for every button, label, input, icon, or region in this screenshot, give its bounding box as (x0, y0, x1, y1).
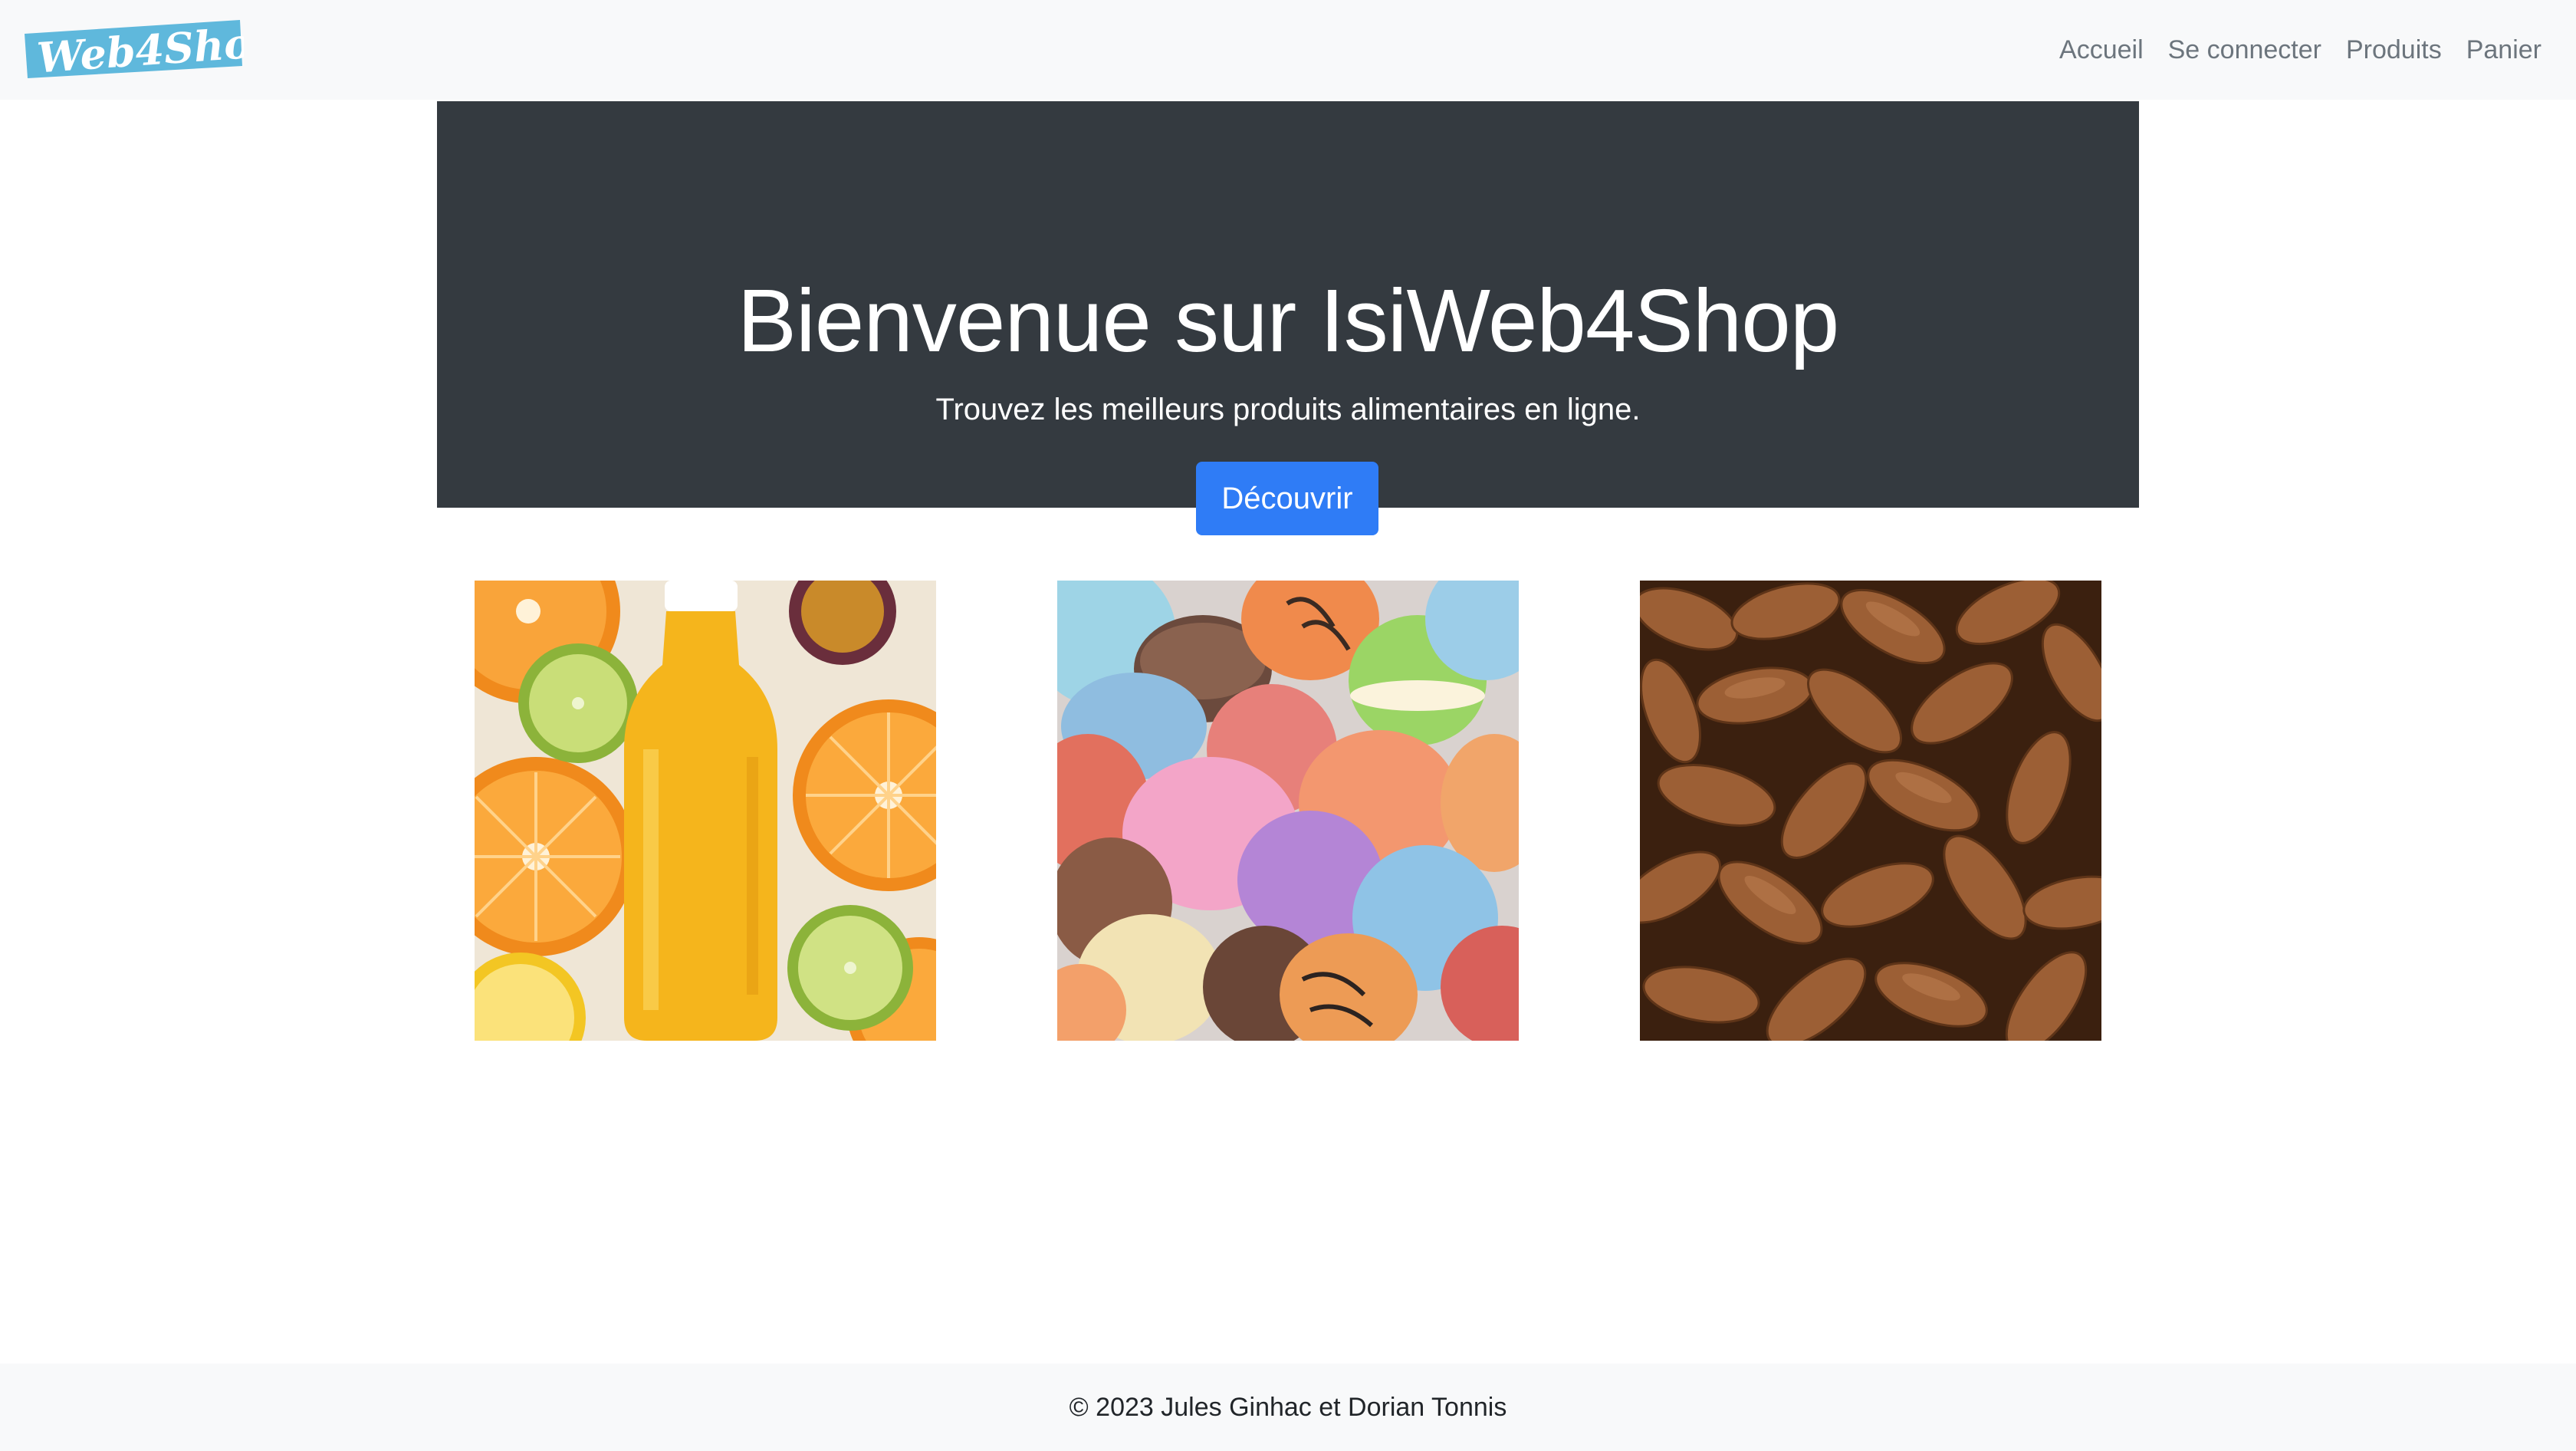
discover-button[interactable]: Découvrir (1196, 462, 1378, 535)
product-image-orange-juice[interactable] (475, 581, 936, 1041)
product-image-macarons[interactable] (1057, 581, 1519, 1041)
macarons-image (1057, 581, 1519, 1041)
nav-link-se-connecter[interactable]: Se connecter (2168, 37, 2321, 63)
logo-image: Web4Shop (25, 16, 282, 82)
footer: © 2023 Jules Ginhac et Dorian Tonnis (0, 1364, 2576, 1451)
nav-link-panier[interactable]: Panier (2466, 37, 2542, 63)
nav-link-produits[interactable]: Produits (2346, 37, 2442, 63)
product-image-almonds[interactable] (1640, 581, 2101, 1041)
hero-title: Bienvenue sur IsiWeb4Shop (737, 271, 1840, 370)
logo-text: Web4Shop (35, 17, 244, 81)
nav-links: Accueil Se connecter Produits Panier (2059, 0, 2542, 100)
navbar: Web4Shop Accueil Se connecter Produits P… (0, 0, 2576, 100)
nav-link-accueil[interactable]: Accueil (2059, 37, 2144, 63)
footer-copyright: © 2023 Jules Ginhac et Dorian Tonnis (1069, 1392, 1507, 1422)
orange-juice-image (475, 581, 936, 1041)
almonds-image (1640, 581, 2101, 1041)
hero-subtitle: Trouvez les meilleurs produits alimentai… (935, 393, 1641, 426)
brand-logo[interactable]: Web4Shop (23, 16, 282, 82)
hero-banner: Bienvenue sur IsiWeb4Shop Trouvez les me… (437, 101, 2139, 535)
